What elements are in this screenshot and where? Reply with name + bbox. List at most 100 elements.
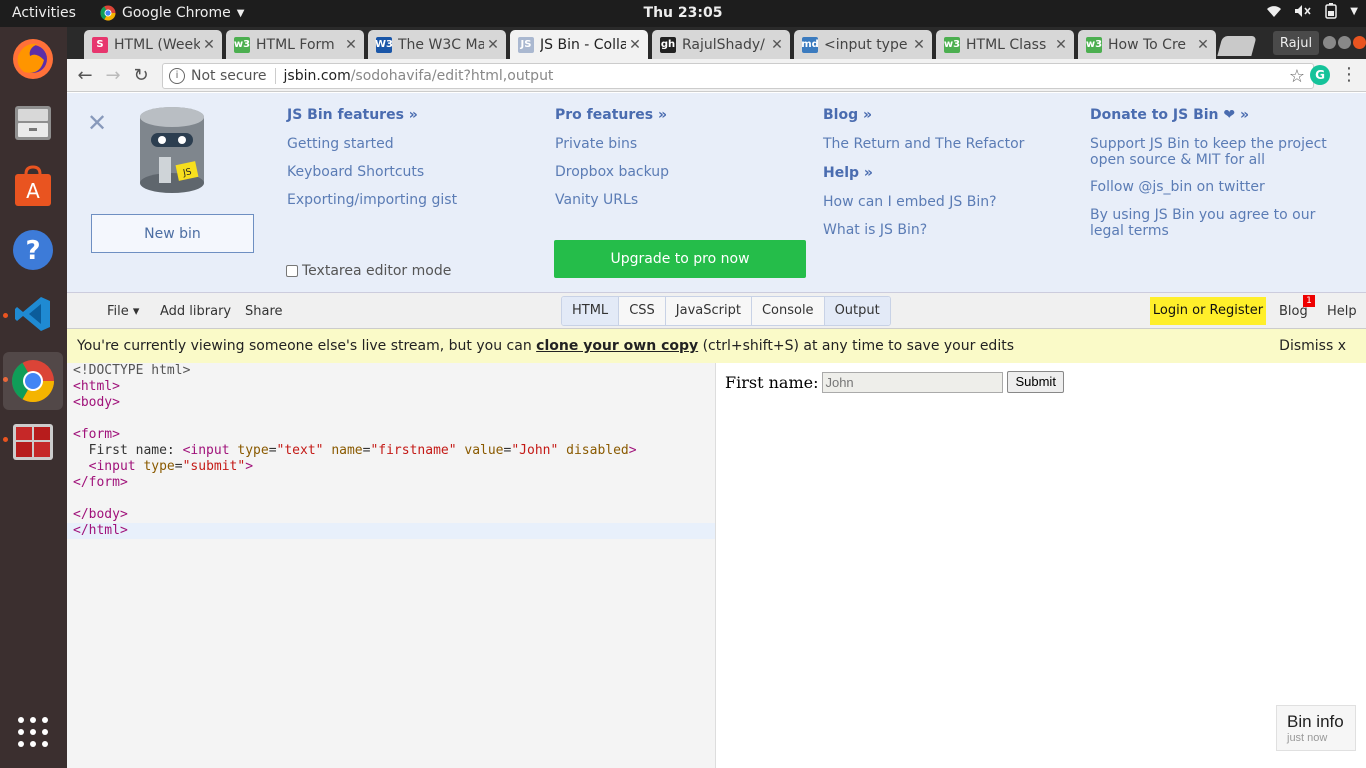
first-name-label: First name: [725,372,819,392]
vanity-urls-link[interactable]: Vanity URLs [555,192,669,209]
code-line: <input type="submit"> [88,459,254,474]
tab-close-icon[interactable]: ✕ [1052,37,1070,53]
support-link[interactable]: Support JS Bin to keep the project open … [1090,136,1340,168]
chrome-menu-icon[interactable]: ⋮ [1340,65,1358,85]
browser-tab[interactable]: w3 How To Cre ✕ [1078,30,1216,59]
what-is-jsbin-link[interactable]: What is JS Bin? [823,222,1024,239]
submit-button[interactable]: Submit [1007,371,1064,393]
files-icon[interactable] [8,97,58,147]
bin-info-title: Bin info [1287,712,1344,731]
pro-heading[interactable]: Pro features » [555,107,669,123]
features-heading[interactable]: JS Bin features » [287,107,457,123]
profile-button[interactable]: Rajul [1273,31,1319,55]
textarea-mode-toggle[interactable]: Textarea editor mode [286,263,451,279]
donate-heading[interactable]: Donate to JS Bin ❤ » [1090,107,1340,123]
tab-close-icon[interactable]: ✕ [200,37,218,53]
close-panel-icon[interactable]: ✕ [87,109,107,137]
add-library-button[interactable]: Add library [160,304,231,319]
tab-console[interactable]: Console [751,297,825,325]
firefox-icon[interactable] [8,34,58,84]
system-tray[interactable]: ▼ [1266,3,1358,19]
chrome-icon[interactable] [3,352,63,410]
checkbox[interactable] [286,265,298,277]
tab-close-icon[interactable]: ✕ [484,37,502,53]
apps-grid-icon[interactable] [8,707,58,757]
browser-tab[interactable]: md <input type ✕ [794,30,932,59]
address-bar[interactable]: i Not secure jsbin.com /sodohavifa/edit?… [162,63,1314,89]
software-center-icon[interactable]: A [8,161,58,211]
notice-text-pre: You're currently viewing someone else's … [77,338,537,354]
browser-tab[interactable]: w3 HTML Class ✕ [936,30,1074,59]
jsbin-toolbar: File ▾ Add library Share HTML CSS JavaSc… [67,293,1366,329]
private-bins-link[interactable]: Private bins [555,136,669,153]
first-name-input-disabled: John [822,371,1004,393]
share-button[interactable]: Share [245,304,283,319]
forward-arrow-icon[interactable]: → [102,65,124,87]
browser-tab[interactable]: W3 The W3C Ma ✕ [368,30,506,59]
blog-post-link[interactable]: The Return and The Refactor [823,136,1024,153]
tab-close-icon[interactable]: ✕ [768,37,786,53]
browser-tab[interactable]: S HTML (Week ✕ [84,30,222,59]
tab-close-icon[interactable]: ✕ [342,37,360,53]
tab-strip: S HTML (Week ✕ w3 HTML Form ✕ W3 The W3C… [67,27,1366,59]
blog-heading[interactable]: Blog » [823,107,1024,123]
file-menu[interactable]: File ▾ [107,304,139,319]
browser-tab[interactable]: gh RajulShady/ ✕ [652,30,790,59]
grammarly-icon[interactable]: G [1310,65,1330,85]
upgrade-button[interactable]: Upgrade to pro now [554,240,806,278]
browser-tab[interactable]: w3 HTML Form ✕ [226,30,364,59]
chrome-small-icon [100,5,116,21]
activities-button[interactable]: Activities [12,5,76,21]
minimize-icon[interactable] [1323,36,1336,49]
bin-info-subtitle: just now [1287,732,1328,744]
help-heading[interactable]: Help » [823,165,1024,181]
tab-javascript[interactable]: JavaScript [665,297,752,325]
code-line: <form> [73,427,120,442]
tab-output[interactable]: Output [824,297,890,325]
tab-html[interactable]: HTML [562,297,620,325]
code-line: <body> [73,395,120,410]
url-host: jsbin.com [283,68,351,84]
close-window-icon[interactable] [1353,36,1366,49]
battery-icon [1325,3,1338,19]
help-icon[interactable]: ? [8,225,58,275]
notification-badge: 1 [1303,295,1315,307]
tab-css[interactable]: CSS [619,297,666,325]
terminal-icon[interactable] [8,417,58,467]
browser-tab-active[interactable]: JS JS Bin - Colla ✕ [510,30,648,59]
exporting-gist-link[interactable]: Exporting/importing gist [287,192,457,209]
embed-help-link[interactable]: How can I embed JS Bin? [823,194,1024,211]
vscode-icon[interactable] [8,289,58,339]
window-controls [1323,36,1366,49]
features-column: JS Bin features » Getting started Keyboa… [287,107,457,220]
new-bin-button[interactable]: New bin [91,214,254,253]
getting-started-link[interactable]: Getting started [287,136,457,153]
tab-close-icon[interactable]: ✕ [910,37,928,53]
login-register-button[interactable]: Login or Register [1150,297,1266,325]
clone-copy-link[interactable]: clone your own copy [536,338,698,354]
info-icon[interactable]: i [169,68,185,84]
tab-close-icon[interactable]: ✕ [626,37,644,53]
divider [274,68,276,84]
legal-terms-link[interactable]: By using JS Bin you agree to our legal t… [1090,207,1340,239]
tab-title: JS Bin - Colla [540,36,626,53]
twitter-link[interactable]: Follow @js_bin on twitter [1090,179,1340,196]
dropbox-backup-link[interactable]: Dropbox backup [555,164,669,181]
new-tab-button[interactable] [1217,36,1257,56]
bookmark-star-icon[interactable]: ☆ [1289,66,1305,87]
back-arrow-icon[interactable]: ← [74,65,96,87]
help-button[interactable]: Help [1327,304,1357,319]
pro-column: Pro features » Private bins Dropbox back… [555,107,669,220]
reload-icon[interactable]: ↻ [130,65,152,87]
maximize-icon[interactable] [1338,36,1351,49]
live-stream-notice: You're currently viewing someone else's … [67,329,1366,363]
bin-info-button[interactable]: Bin info just now [1276,705,1356,751]
notice-text-post: (ctrl+shift+S) at any time to save your … [698,338,1014,354]
html-editor[interactable]: <!DOCTYPE html> <html> <body> <form> Fir… [67,363,716,768]
tab-close-icon[interactable]: ✕ [1194,37,1212,53]
app-menu[interactable]: Google Chrome ▼ [100,5,244,21]
keyboard-shortcuts-link[interactable]: Keyboard Shortcuts [287,164,457,181]
dismiss-button[interactable]: Dismiss x [1279,329,1346,363]
clock[interactable]: Thu 23:05 [644,5,723,21]
